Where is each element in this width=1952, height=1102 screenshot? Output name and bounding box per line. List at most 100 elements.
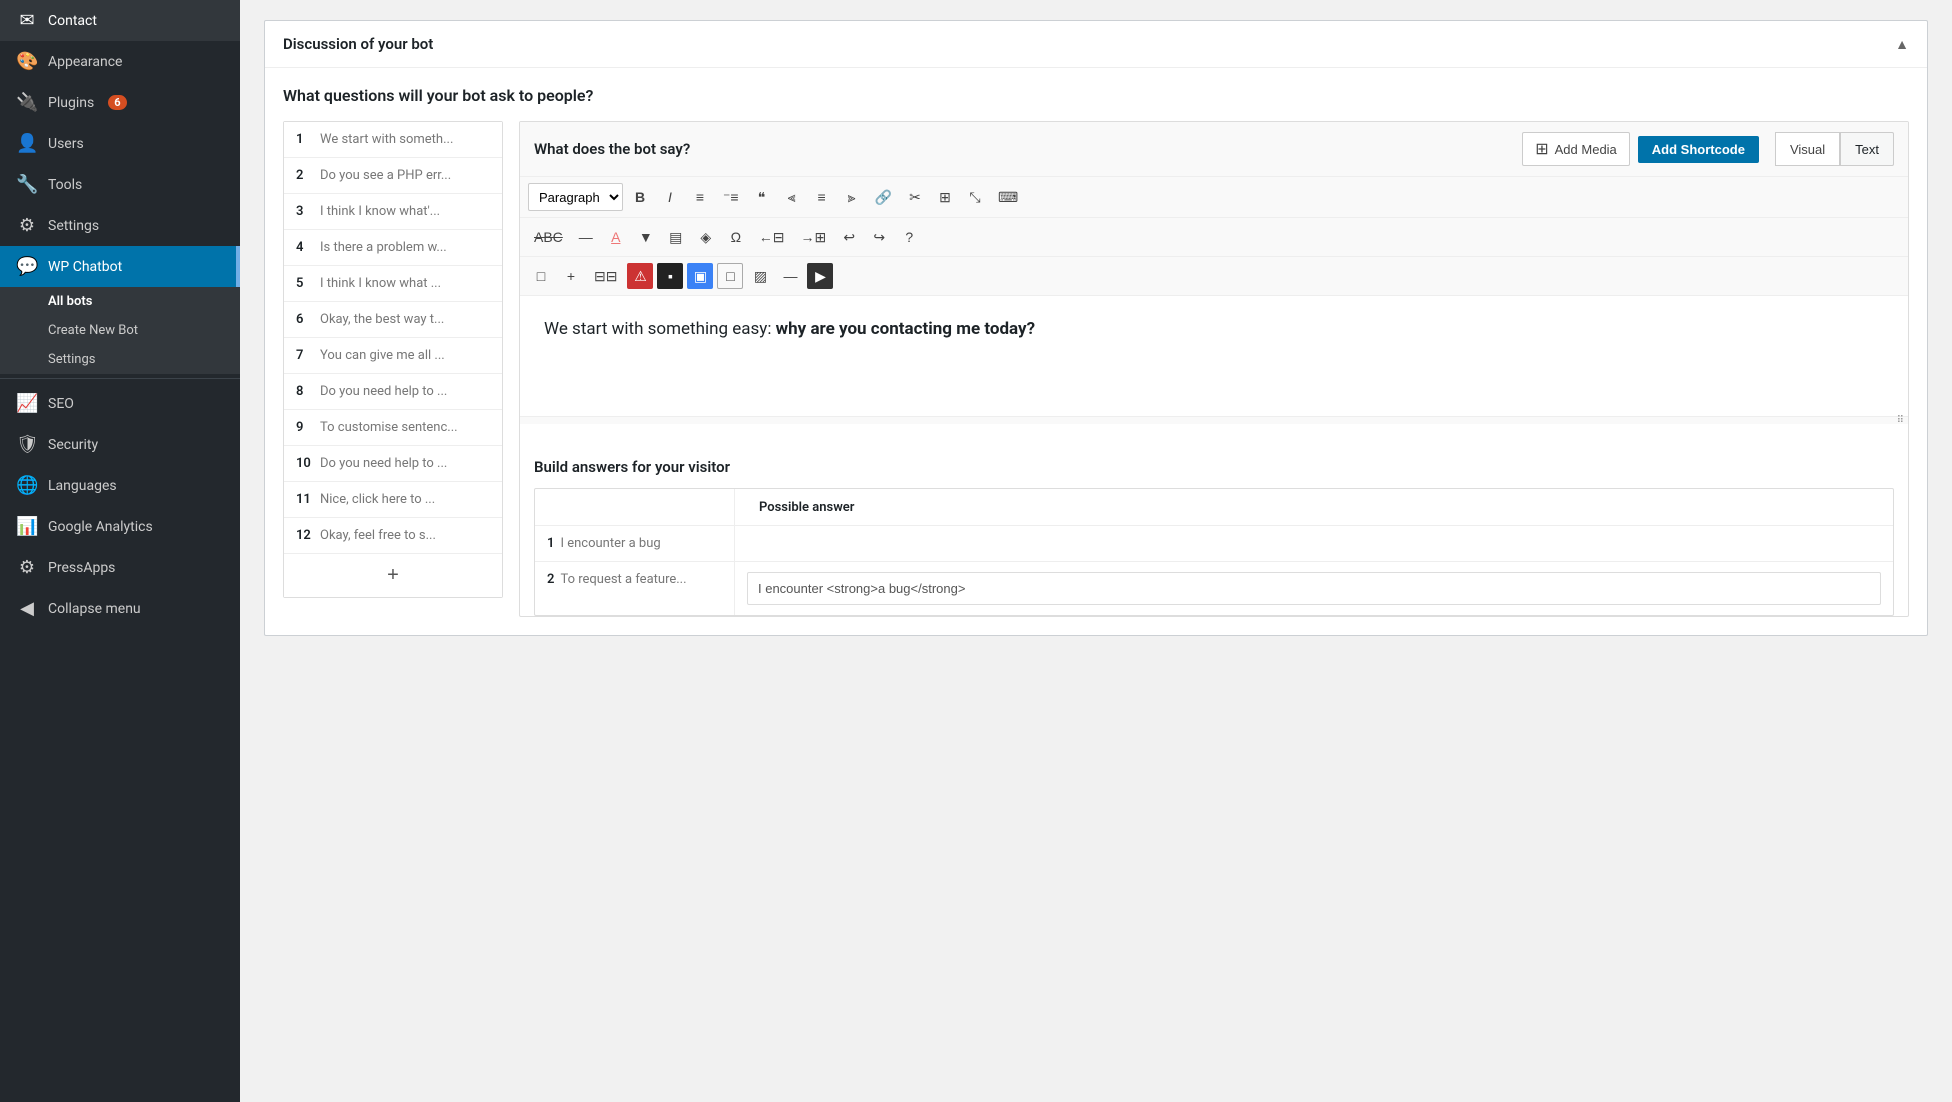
question-item-3[interactable]: 3I think I know what'... [284, 194, 502, 230]
question-num: 5 [296, 276, 314, 291]
toolbar-clear-format[interactable]: ◈ [693, 224, 719, 250]
paragraph-select[interactable]: Paragraph [528, 183, 623, 211]
toolbar-media-play[interactable]: ▶ [807, 263, 833, 289]
answers-table: Possible answer 1 I encounter a bug [534, 488, 1894, 616]
sidebar-item-label: Collapse menu [48, 601, 141, 617]
sidebar-item-languages[interactable]: 🌐 Languages [0, 465, 240, 506]
toolbar-color-dropdown[interactable]: ▼ [633, 224, 659, 250]
question-item-12[interactable]: 12Okay, feel free to s... [284, 518, 502, 553]
toolbar-unordered-list[interactable]: ≡ [687, 184, 713, 210]
sidebar-sub-all-bots[interactable]: All bots [0, 287, 240, 316]
add-question-button[interactable]: + [284, 553, 502, 597]
toolbar-dash[interactable]: — [777, 263, 803, 289]
toolbar-outdent[interactable]: ←⊟ [753, 224, 791, 250]
add-shortcode-button[interactable]: Add Shortcode [1638, 136, 1759, 163]
sidebar-item-wp-chatbot[interactable]: 💬 WP Chatbot [0, 246, 240, 287]
toolbar-columns[interactable]: ⊟⊟ [588, 263, 623, 289]
languages-icon: 🌐 [16, 475, 38, 496]
sidebar-item-label: WP Chatbot [48, 259, 122, 275]
toolbar-blockquote[interactable]: ❝ [749, 184, 775, 210]
sidebar: ✉ Contact 🎨 Appearance 🔌 Plugins 6 👤 Use… [0, 0, 240, 1102]
sidebar-item-tools[interactable]: 🔧 Tools [0, 164, 240, 205]
section-question-label: What questions will your bot ask to peop… [283, 86, 1909, 105]
question-item-4[interactable]: 4Is there a problem w... [284, 230, 502, 266]
toolbar-help[interactable]: ? [896, 224, 922, 250]
editor-content[interactable]: We start with something easy: why are yo… [520, 296, 1908, 416]
sidebar-sub-chatbot-settings[interactable]: Settings [0, 345, 240, 374]
plugins-badge: 6 [108, 95, 126, 110]
toolbar-strikethrough[interactable]: ABC [528, 224, 569, 250]
question-item-9[interactable]: 9To customise sentenc... [284, 410, 502, 446]
panel-title: Discussion of your bot [283, 35, 433, 53]
sidebar-item-pressapps[interactable]: ⚙ PressApps [0, 547, 240, 588]
sidebar-item-google-analytics[interactable]: 📊 Google Analytics [0, 506, 240, 547]
toolbar-row-2: ABC — A ▼ ▤ ◈ Ω ←⊟ →⊞ ↩ ↪ ? [520, 218, 1908, 257]
editor-title: What does the bot say? [534, 140, 690, 158]
toolbar-italic[interactable]: I [657, 184, 683, 210]
question-item-7[interactable]: 7You can give me all ... [284, 338, 502, 374]
security-icon: 🛡 [16, 434, 38, 455]
question-text: To customise sentenc... [320, 420, 458, 435]
toolbar-link[interactable]: 🔗 [869, 184, 898, 210]
toolbar-indent[interactable]: →⊞ [795, 224, 833, 250]
question-item-6[interactable]: 6Okay, the best way t... [284, 302, 502, 338]
tab-text[interactable]: Text [1840, 132, 1894, 166]
question-item-11[interactable]: 11Nice, click here to ... [284, 482, 502, 518]
sidebar-sub-create-new-bot[interactable]: Create New Bot [0, 316, 240, 345]
toolbar-unlink[interactable]: ✂ [902, 184, 928, 210]
toolbar-redo[interactable]: ↪ [866, 224, 892, 250]
question-item-2[interactable]: 2Do you see a PHP err... [284, 158, 502, 194]
answer-2-right[interactable] [735, 562, 1893, 615]
add-media-icon: ⊞ [1535, 139, 1548, 159]
toolbar-hr[interactable]: — [573, 224, 599, 250]
question-item-8[interactable]: 8Do you need help to ... [284, 374, 502, 410]
toolbar-box[interactable]: □ [528, 263, 554, 289]
sidebar-item-collapse-menu[interactable]: ◀ Collapse menu [0, 588, 240, 629]
sidebar-item-contact[interactable]: ✉ Contact [0, 0, 240, 41]
seo-icon: 📈 [16, 393, 38, 414]
sidebar-item-appearance[interactable]: 🎨 Appearance [0, 41, 240, 82]
toolbar-keyboard[interactable]: ⌨ [992, 184, 1024, 210]
question-list: 1We start with someth...2Do you see a PH… [283, 121, 503, 598]
analytics-icon: 📊 [16, 516, 38, 537]
toolbar-font-color[interactable]: A [603, 224, 629, 250]
question-item-10[interactable]: 10Do you need help to ... [284, 446, 502, 482]
add-media-button[interactable]: ⊞ Add Media [1522, 132, 1630, 166]
toolbar-grid[interactable]: ▨ [747, 263, 773, 289]
toolbar-plus[interactable]: + [558, 263, 584, 289]
toolbar-blue-box[interactable]: ▣ [687, 263, 713, 289]
sidebar-item-seo[interactable]: 📈 SEO [0, 383, 240, 424]
sidebar-item-settings[interactable]: ⚙ Settings [0, 205, 240, 246]
toolbar-row-1: Paragraph B I ≡ ⁻≡ ❝ ⫷ ≡ ⫸ 🔗 ✂ ⊞ ⤡ [520, 177, 1908, 218]
toolbar-align-right[interactable]: ⫸ [839, 184, 865, 210]
editor-header: What does the bot say? ⊞ Add Media Add S… [520, 122, 1908, 177]
toolbar-align-center[interactable]: ≡ [809, 184, 835, 210]
tab-visual[interactable]: Visual [1775, 132, 1840, 166]
toolbar-warning[interactable]: ⚠ [627, 263, 653, 289]
sidebar-item-label: Contact [48, 13, 97, 29]
sidebar-item-users[interactable]: 👤 Users [0, 123, 240, 164]
answer-1-left: 1 I encounter a bug [535, 526, 735, 561]
toolbar-align-left[interactable]: ⫷ [779, 184, 805, 210]
question-text: We start with someth... [320, 132, 453, 147]
two-col-layout: 1We start with someth...2Do you see a PH… [283, 121, 1909, 617]
question-items: 1We start with someth...2Do you see a PH… [284, 122, 502, 553]
toolbar-paste-text[interactable]: ▤ [663, 224, 689, 250]
sidebar-item-plugins[interactable]: 🔌 Plugins 6 [0, 82, 240, 123]
question-item-1[interactable]: 1We start with someth... [284, 122, 502, 158]
toolbar-dark-box[interactable]: ▪ [657, 263, 683, 289]
toolbar-special-chars[interactable]: Ω [723, 224, 749, 250]
toolbar-ordered-list[interactable]: ⁻≡ [717, 184, 745, 210]
toolbar-white-box[interactable]: □ [717, 263, 743, 289]
sidebar-item-security[interactable]: 🛡 Security [0, 424, 240, 465]
toolbar-undo[interactable]: ↩ [836, 224, 862, 250]
panel-collapse-button[interactable]: ▲ [1895, 36, 1909, 52]
toolbar-bold[interactable]: B [627, 184, 653, 210]
answer-2-input[interactable] [747, 572, 1881, 605]
editor-resize-handle[interactable]: ⠿ [520, 416, 1908, 424]
plugins-icon: 🔌 [16, 92, 38, 113]
contact-icon: ✉ [16, 10, 38, 31]
toolbar-insert-table[interactable]: ⊞ [932, 184, 958, 210]
toolbar-fullscreen[interactable]: ⤡ [962, 184, 988, 210]
question-item-5[interactable]: 5I think I know what ... [284, 266, 502, 302]
